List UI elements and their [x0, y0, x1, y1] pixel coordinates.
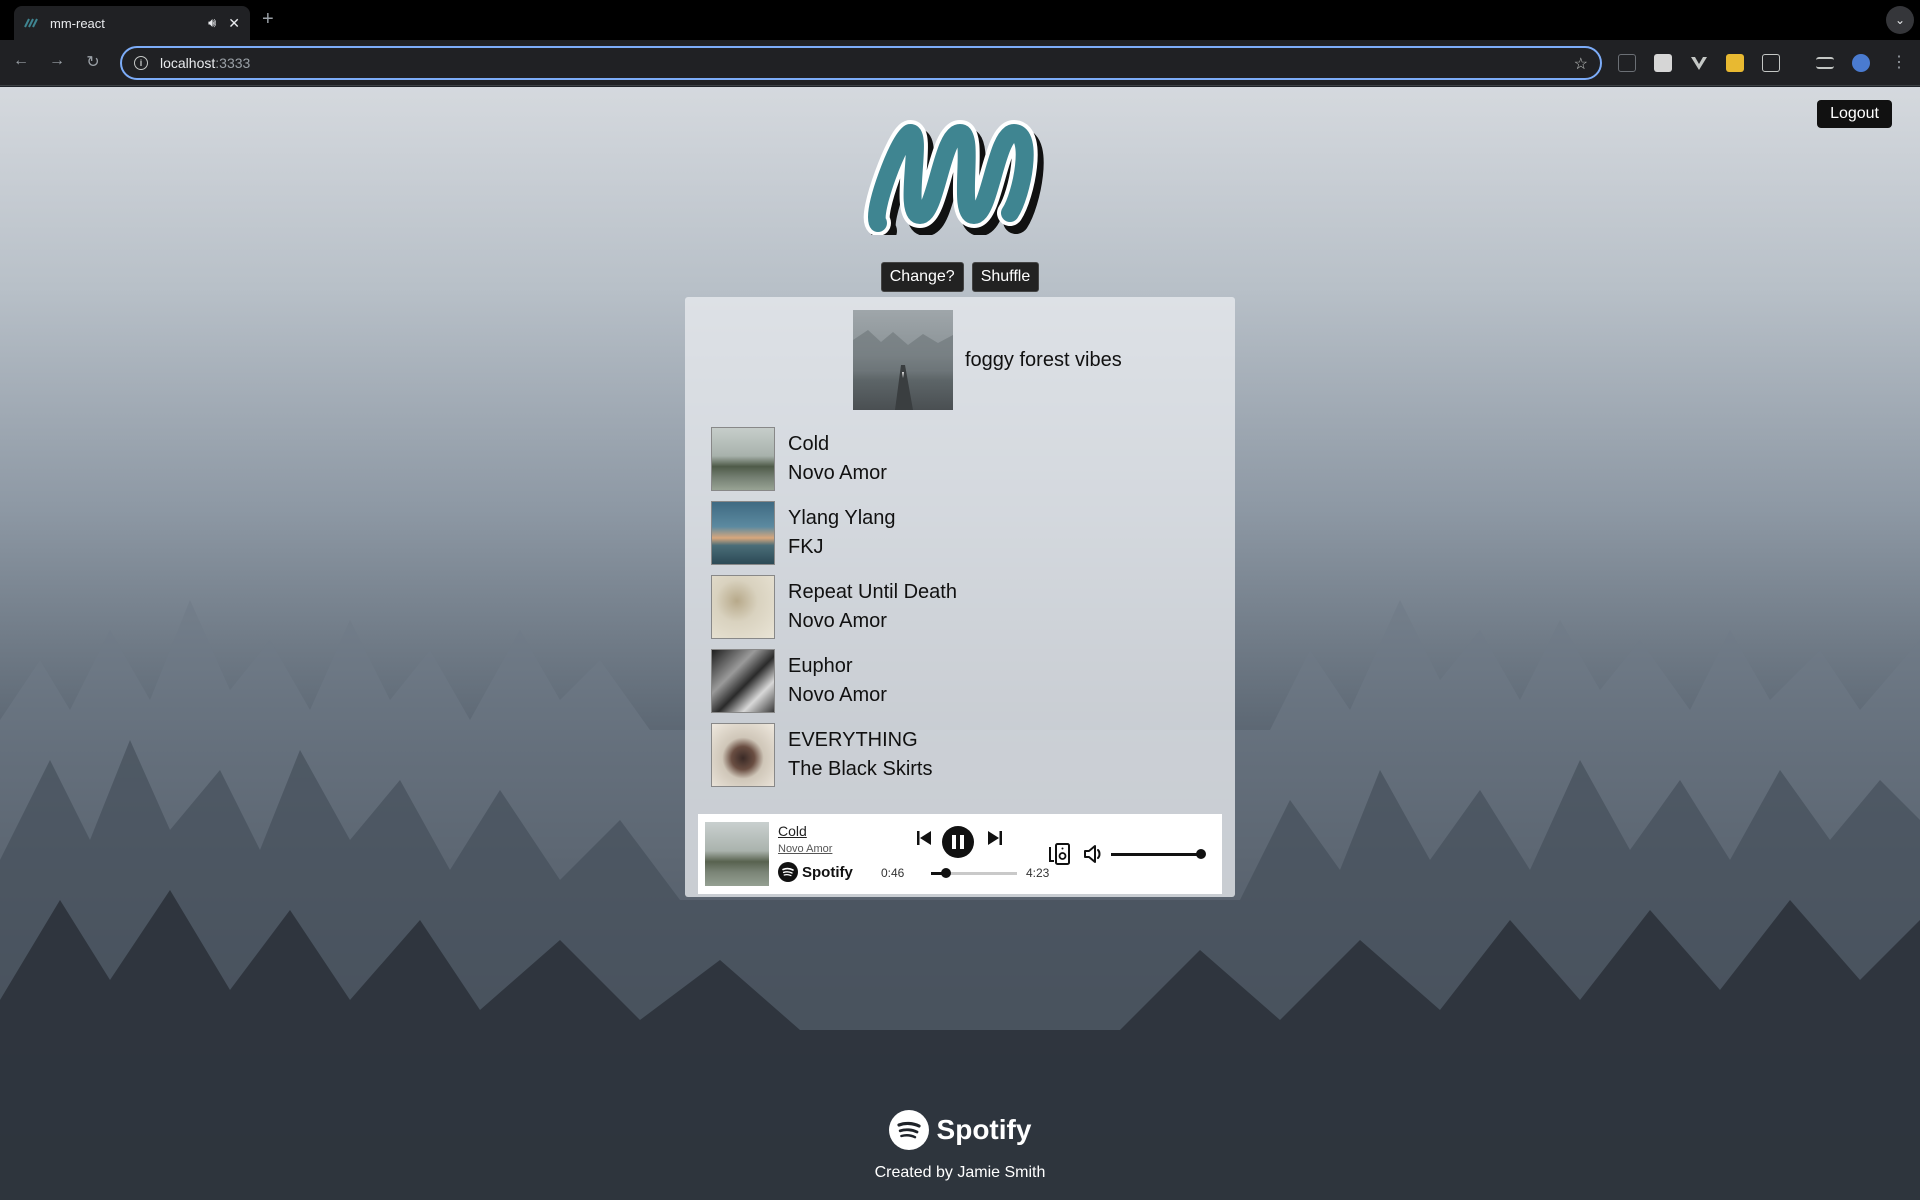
volume-handle[interactable]	[1196, 849, 1206, 859]
browser-menu-icon[interactable]: ⋮	[1888, 52, 1910, 72]
puzzle-icon[interactable]	[1762, 54, 1780, 72]
track-art	[711, 575, 775, 639]
reading-list-icon[interactable]	[1816, 57, 1834, 69]
track-list: Cold Novo Amor Ylang Ylang FKJ Repeat Un…	[711, 427, 1211, 797]
next-track-icon[interactable]	[986, 829, 1004, 847]
footer-credit: Created by Jamie Smith	[874, 1164, 1046, 1181]
player-brand[interactable]: Spotify	[778, 862, 853, 882]
profile-avatar[interactable]	[1852, 54, 1870, 72]
track-item[interactable]: EVERYTHING The Black Skirts	[711, 723, 1211, 787]
volume-slider[interactable]	[1111, 849, 1206, 859]
playlist-actions: Change? Shuffle	[0, 262, 1920, 292]
track-artist: Novo Amor	[788, 610, 887, 632]
footer-brand: Spotify	[0, 1110, 1920, 1150]
reload-icon[interactable]: ↻	[82, 52, 104, 72]
track-art	[711, 649, 775, 713]
devices-icon[interactable]	[1047, 842, 1073, 866]
now-playing-art	[705, 822, 769, 886]
change-playlist-button[interactable]: Change?	[880, 262, 964, 292]
track-art	[711, 501, 775, 565]
extension-icon[interactable]	[1726, 54, 1744, 72]
track-title: Ylang Ylang	[788, 507, 896, 529]
progress-bar[interactable]	[931, 868, 1017, 878]
track-item[interactable]: Euphor Novo Amor	[711, 649, 1211, 713]
shuffle-button[interactable]: Shuffle	[971, 262, 1040, 292]
track-art	[711, 427, 775, 491]
tab-close-icon[interactable]: ✕	[228, 15, 240, 32]
new-tab-icon[interactable]: +	[262, 8, 274, 31]
track-art	[711, 723, 775, 787]
now-playing-artist[interactable]: Novo Amor	[778, 843, 832, 855]
track-title: Euphor	[788, 655, 853, 677]
elapsed-time: 0:46	[881, 866, 905, 880]
footer-brand-label: Spotify	[936, 1114, 1032, 1145]
pause-button[interactable]	[942, 826, 974, 858]
address-bar[interactable]: i localhost :3333 ☆	[120, 46, 1602, 80]
browser-toolbar: ← → ↻ i localhost :3333 ☆ ⋮	[0, 40, 1920, 86]
previous-track-icon[interactable]	[915, 829, 933, 847]
track-item[interactable]: Repeat Until Death Novo Amor	[711, 575, 1211, 639]
site-info-icon[interactable]: i	[134, 56, 148, 70]
duration-time: 4:23	[1026, 866, 1050, 880]
track-artist: The Black Skirts	[788, 758, 933, 780]
track-title: Cold	[788, 433, 830, 455]
forward-icon[interactable]: →	[46, 52, 68, 70]
track-title: Repeat Until Death	[788, 581, 957, 603]
spotify-logo-icon	[888, 1110, 929, 1150]
speaker-icon[interactable]: 🔊︎	[208, 15, 216, 31]
track-artist: Novo Amor	[788, 462, 887, 484]
player-brand-label: Spotify	[802, 863, 853, 881]
playlist-panel: foggy forest vibes Cold Novo Amor Ylang …	[685, 297, 1235, 897]
track-artist: Novo Amor	[788, 684, 887, 706]
url-host: localhost	[160, 55, 216, 71]
page-footer: Spotify Created by Jamie Smith	[0, 1110, 1920, 1182]
extension-icon[interactable]	[1618, 54, 1636, 72]
spotify-player: Cold Novo Amor Spotify 0:46 4:23	[698, 814, 1222, 894]
track-item[interactable]: Ylang Ylang FKJ	[711, 501, 1211, 565]
volume-icon[interactable]	[1082, 842, 1106, 866]
playlist-name: foggy forest vibes	[965, 348, 1122, 371]
vue-devtools-icon[interactable]	[1690, 54, 1708, 72]
progress-handle[interactable]	[941, 868, 952, 878]
url-port: :3333	[215, 55, 251, 71]
tab-search-icon[interactable]: ⌄	[1886, 6, 1914, 34]
mm-logo	[863, 119, 1044, 235]
app-favicon-icon	[24, 18, 38, 28]
playlist-header: foggy forest vibes	[853, 310, 1122, 410]
tab-title: mm-react	[50, 15, 105, 31]
back-icon[interactable]: ←	[10, 52, 32, 70]
logout-button[interactable]: Logout	[1817, 100, 1892, 128]
now-playing-title[interactable]: Cold	[778, 823, 807, 839]
browser-tab-strip: mm-react 🔊︎ ✕ + ⌄	[0, 0, 1920, 40]
playlist-cover	[853, 310, 953, 410]
bookmark-star-icon[interactable]: ☆	[1574, 54, 1588, 74]
track-item[interactable]: Cold Novo Amor	[711, 427, 1211, 491]
extension-icon[interactable]	[1654, 54, 1672, 72]
spotify-logo-icon	[778, 862, 798, 882]
app-page: Logout Change? Shuffle foggy forest vibe…	[0, 87, 1920, 1200]
track-title: EVERYTHING	[788, 729, 918, 751]
browser-tab[interactable]: mm-react 🔊︎ ✕	[14, 6, 250, 40]
track-artist: FKJ	[788, 536, 824, 558]
